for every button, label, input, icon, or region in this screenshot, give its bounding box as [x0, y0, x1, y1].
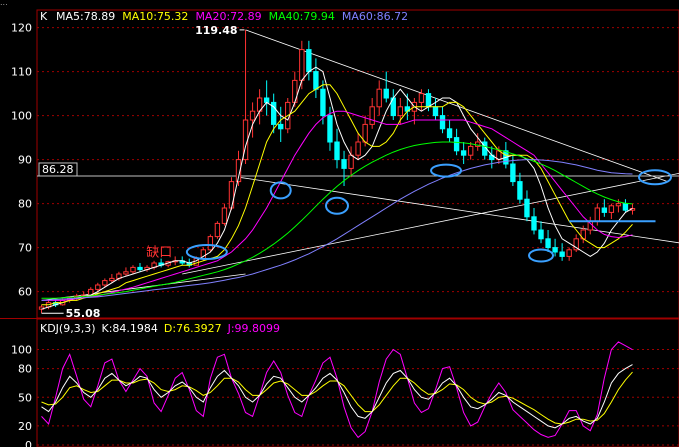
high-price-label: 119.48	[195, 24, 237, 37]
ma-legend: MA5:78.89 MA10:75.32 MA20:72.89 MA40:79.94 M…	[56, 10, 408, 23]
candle-body	[517, 181, 523, 200]
candle-body	[263, 97, 270, 103]
candle-body	[601, 207, 608, 213]
candle-body	[299, 49, 305, 81]
kdj-line	[41, 364, 633, 429]
candle-body	[383, 88, 389, 99]
candle-body	[510, 163, 516, 183]
candle-body	[531, 216, 537, 231]
kdj-grid	[37, 349, 679, 446]
ma-legend-item: MA10:75.32	[122, 10, 188, 23]
candle-body	[207, 236, 214, 251]
stock-chart[interactable]: ... K MA5:78.89 MA10:75.32 MA20:72.89 MA40:…	[0, 0, 679, 447]
candle-body	[320, 88, 326, 117]
price-tick-label: 90	[18, 154, 32, 167]
candle-body	[439, 115, 446, 130]
candle-body	[453, 137, 460, 152]
ma-legend-item: MA40:79.94	[269, 10, 335, 23]
candle-body	[137, 266, 143, 271]
candle-body	[397, 106, 403, 117]
gap-label: 缺口	[146, 245, 172, 260]
kdj-axis: 0 20 50 80 100	[11, 344, 32, 447]
price-tick-label: 80	[18, 198, 32, 211]
kdj-tick-label: 80	[18, 363, 32, 376]
price-tick-label: 60	[18, 286, 32, 299]
candle-body	[622, 203, 629, 211]
ma-legend-item: MA60:86.72	[342, 10, 408, 23]
candle-body	[102, 280, 108, 286]
candle-body	[376, 88, 382, 108]
ma-legend-item: MA5:78.89	[56, 10, 115, 23]
price-tick-label: 70	[18, 242, 32, 255]
kdj-legend: KDJ(9,3,3) K:84.1984 D:76.3927 J:99.8099	[40, 322, 280, 335]
candle-body	[348, 154, 354, 169]
kdj-tick-label: 20	[18, 420, 32, 433]
price-tick-label: 120	[11, 22, 32, 35]
candle-body	[355, 141, 361, 156]
candle-body	[460, 150, 467, 156]
candle-body	[214, 222, 221, 238]
kdj-tick-label: 0	[25, 439, 32, 447]
candle-body	[334, 141, 340, 161]
candle-body	[123, 271, 129, 275]
k-label: K	[40, 10, 48, 23]
highlight-ellipse	[430, 163, 463, 178]
window-title-fragment: ...	[0, 0, 8, 7]
kdj-tick-label: 100	[11, 344, 32, 357]
price-reference-label: 86.28	[42, 163, 74, 176]
highlight-ellipse	[528, 248, 555, 263]
candle-body	[418, 93, 425, 103]
kdj-tick-label: 50	[18, 391, 32, 404]
candle-body	[306, 49, 312, 73]
candle-body	[559, 251, 565, 257]
ma-lines	[41, 66, 633, 310]
kdj-lines	[41, 341, 633, 439]
trendline	[41, 273, 246, 301]
candle-body	[538, 229, 544, 240]
candle-body	[327, 115, 333, 143]
ma-line	[41, 66, 633, 310]
candle-body	[432, 106, 439, 117]
ma-legend-item: MA20:72.89	[195, 10, 261, 23]
candle-body	[425, 93, 432, 108]
candle-body	[545, 238, 551, 249]
candle-body	[608, 205, 615, 213]
candle-body	[130, 266, 136, 273]
candle-body	[109, 277, 115, 282]
candle-body	[228, 181, 235, 209]
price-tick-label: 100	[11, 110, 32, 123]
kdj-legend-item: K:84.1984	[102, 322, 158, 335]
candle-body	[95, 284, 101, 290]
candle-body	[524, 198, 530, 218]
kdj-title: KDJ(9,3,3)	[40, 322, 96, 335]
candle-body	[249, 110, 256, 121]
price-axis: 60 70 80 90 100 110 120	[11, 22, 32, 299]
price-panel[interactable]: 60708090100110120 86.28 119.4855.08缺口	[11, 9, 679, 320]
highlight-ellipse	[325, 196, 349, 215]
candles	[38, 29, 636, 314]
kdj-legend-item: D:76.3927	[164, 322, 222, 335]
candle-body	[615, 203, 622, 207]
kdj-panel[interactable]: KDJ(9,3,3) K:84.1984 D:76.3927 J:99.8099 0…	[0, 318, 679, 447]
candle-body	[467, 145, 474, 156]
candle-body	[369, 106, 375, 125]
price-tick-label: 110	[11, 66, 32, 79]
highlight-ellipse	[185, 244, 228, 260]
price-line: 86.28	[37, 162, 679, 177]
candle-body	[341, 159, 347, 169]
candle-body	[552, 247, 558, 253]
candle-body	[446, 128, 453, 139]
candle-body	[594, 207, 600, 222]
candle-body	[313, 71, 319, 90]
candle-body	[278, 123, 284, 130]
trendlines	[41, 29, 679, 301]
candle-body	[221, 207, 228, 224]
highlight-ellipse	[269, 181, 292, 200]
candle-body	[566, 249, 572, 257]
ma-line	[41, 159, 633, 301]
kdj-legend-item: J:99.8099	[227, 322, 280, 335]
